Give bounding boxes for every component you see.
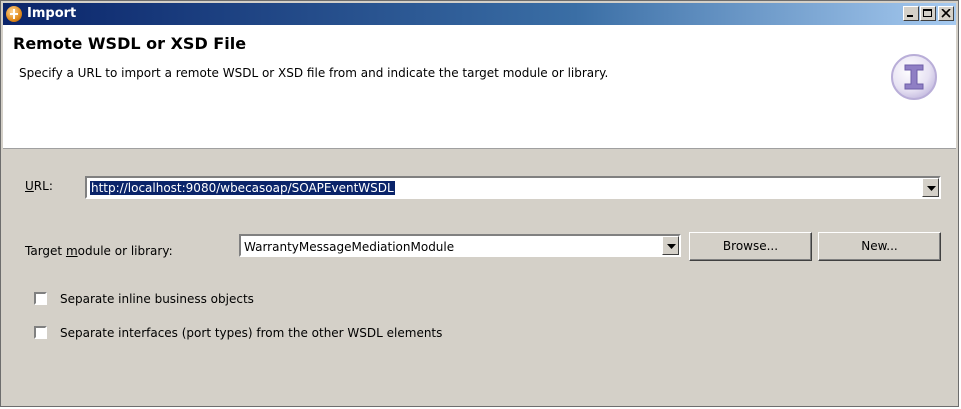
target-module-combo[interactable]: WarrantyMessageMediationModule	[239, 234, 681, 257]
separate-interfaces-label: Separate interfaces (port types) from th…	[60, 326, 443, 340]
import-emblem-icon	[890, 53, 938, 101]
maximize-button[interactable]	[920, 6, 936, 21]
target-module-dropdown-button[interactable]	[662, 236, 679, 255]
window-title: Import	[27, 6, 77, 21]
url-combo[interactable]: http://localhost:9080/wbecasoap/SOAPEven…	[85, 176, 941, 199]
new-button[interactable]: New...	[818, 232, 941, 261]
target-module-input[interactable]: WarrantyMessageMediationModule	[244, 240, 454, 254]
chevron-down-icon	[927, 186, 936, 191]
title-bar[interactable]: Import	[3, 3, 956, 25]
url-label: URL:	[25, 179, 53, 193]
separate-business-objects-checkbox[interactable]	[34, 292, 47, 305]
url-input[interactable]: http://localhost:9080/wbecasoap/SOAPEven…	[90, 181, 395, 195]
import-wizard-icon	[6, 6, 22, 22]
page-title: Remote WSDL or XSD File	[13, 34, 247, 53]
close-button[interactable]	[938, 6, 954, 21]
wizard-body: URL: http://localhost:9080/wbecasoap/SOA…	[3, 149, 956, 404]
browse-button[interactable]: Browse...	[689, 232, 812, 261]
separate-business-objects-label: Separate inline business objects	[60, 292, 254, 306]
url-dropdown-button[interactable]	[922, 178, 939, 197]
wizard-header: Remote WSDL or XSD File Specify a URL to…	[3, 25, 956, 149]
page-description: Specify a URL to import a remote WSDL or…	[19, 66, 609, 80]
target-module-label: Target module or library:	[25, 244, 173, 258]
separate-interfaces-checkbox[interactable]	[34, 326, 47, 339]
minimize-button[interactable]	[903, 6, 919, 21]
chevron-down-icon	[667, 244, 676, 249]
import-dialog: Import Remote WSDL or XSD File Specify a…	[0, 0, 959, 407]
